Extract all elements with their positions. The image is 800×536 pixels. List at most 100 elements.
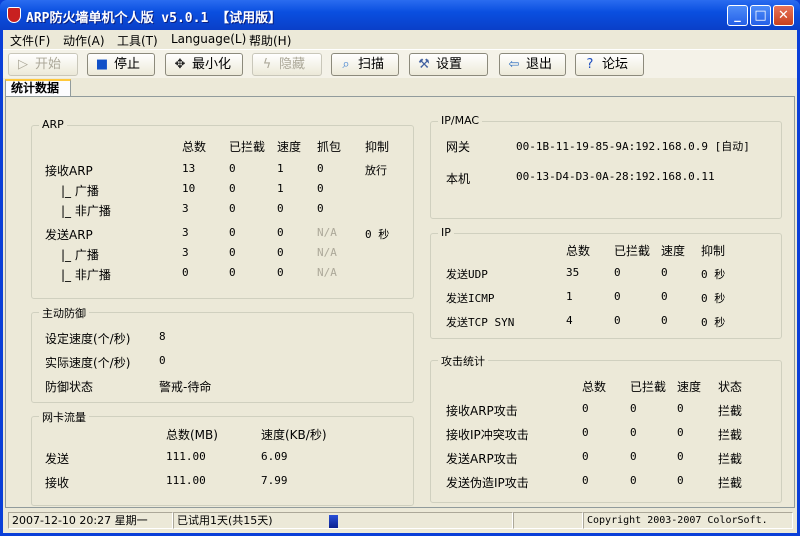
status-trial: 已试用1天(共15天)	[173, 512, 513, 529]
arp-group-title: ARP	[39, 118, 67, 131]
arp-cell: 0	[317, 202, 324, 215]
ip-cell: 0	[661, 266, 668, 279]
close-button[interactable]: ✕	[773, 5, 794, 26]
status-copyright: Copyright 2003-2007 ColorSoft.	[583, 512, 793, 529]
ip-cell: 0	[614, 314, 621, 327]
defense-label: 实际速度(个/秒)	[45, 356, 131, 370]
menu-action[interactable]: 动作(A)	[63, 32, 105, 49]
arp-cell: N/A	[317, 226, 337, 239]
arp-cell: 13	[182, 162, 196, 175]
app-shield-icon	[7, 7, 21, 23]
menu-tools[interactable]: 工具(T)	[117, 32, 158, 49]
arp-cell: 0	[229, 246, 236, 259]
arp-cell: 1	[277, 162, 284, 175]
trial-progress-indicator	[329, 515, 338, 528]
attack-header: 已拦截	[630, 380, 667, 394]
ipmac-label: 本机	[446, 172, 471, 186]
arp-cell: 0	[317, 162, 324, 175]
attack-cell: 0	[582, 474, 589, 487]
stop-button[interactable]: ■ 停止	[87, 53, 155, 76]
attack-cell: 0	[630, 402, 637, 415]
square-icon: ■	[95, 57, 109, 72]
ip-cell: 1	[566, 290, 573, 303]
stop-label: 停止	[114, 57, 141, 72]
arp-cell: 0	[229, 266, 236, 279]
window-title: ARP防火墙单机个人版 v5.0.1 【试用版】	[26, 11, 282, 26]
ipmac-value: 00-13-D4-D3-0A-28:192.168.0.11	[516, 170, 715, 183]
lightning-icon: ϟ	[262, 57, 272, 72]
defense-label: 设定速度(个/秒)	[45, 332, 131, 346]
ip-header: 抑制	[701, 244, 726, 258]
arp-cell: N/A	[317, 246, 337, 259]
arp-header: 抑制	[365, 140, 390, 154]
ip-header: 速度	[661, 244, 686, 258]
status-empty	[513, 512, 583, 529]
nic-header: 总数(MB)	[166, 428, 218, 442]
ipmac-group-title: IP/MAC	[438, 114, 483, 127]
settings-button[interactable]: ⚒ 设置	[409, 53, 488, 76]
arp-cell: 3	[182, 246, 189, 259]
attack-cell: 0	[677, 426, 684, 439]
attack-header: 总数	[582, 380, 607, 394]
arp-row-label: |_ 广播	[61, 248, 99, 262]
arp-row-label: 接收ARP	[45, 164, 93, 178]
status-bar: 2007-12-10 20:27 星期一 已试用1天(共15天) Copyrig…	[3, 509, 797, 531]
status-datetime: 2007-12-10 20:27 星期一	[8, 512, 173, 529]
arp-header: 抓包	[317, 140, 342, 154]
attack-group-title: 攻击统计	[438, 353, 488, 369]
start-label: 开始	[35, 57, 62, 72]
ip-cell: 0 秒	[701, 316, 726, 329]
arp-cell: 0	[229, 226, 236, 239]
hide-button[interactable]: ϟ 隐藏	[252, 53, 322, 76]
arp-cell: 0	[229, 182, 236, 195]
arp-cell: 放行	[365, 164, 387, 177]
attack-cell: 拦截	[718, 404, 743, 418]
tab-statistics[interactable]: 统计数据	[5, 79, 71, 97]
arp-cell: 10	[182, 182, 196, 195]
ip-row-label: 发送UDP	[446, 268, 488, 281]
attack-row-label: 接收ARP攻击	[446, 404, 518, 418]
menu-help[interactable]: 帮助(H)	[249, 32, 291, 49]
arp-cell: 0	[277, 226, 284, 239]
ip-cell: 0	[661, 290, 668, 303]
exit-button[interactable]: ⇦ 退出	[499, 53, 566, 76]
forum-button[interactable]: ? 论坛	[575, 53, 644, 76]
scan-button[interactable]: ⌕ 扫描	[331, 53, 399, 76]
menu-language[interactable]: Language(L)	[171, 32, 246, 46]
toolbar: ▷ 开始 ■ 停止 ✥ 最小化 ϟ 隐藏 ⌕ 扫描 ⚒ 设置 ⇦ 退出 ? 论坛	[3, 49, 797, 78]
menu-file[interactable]: 文件(F)	[10, 32, 50, 49]
defense-label: 防御状态	[45, 380, 94, 394]
maximize-button[interactable]: □	[750, 5, 771, 26]
arp-cell: 0	[229, 202, 236, 215]
attack-cell: 拦截	[718, 452, 743, 466]
arp-cell: 0	[277, 246, 284, 259]
nic-group-title: 网卡流量	[39, 409, 89, 425]
defense-value: 8	[159, 330, 166, 343]
arp-row-label: |_ 广播	[61, 184, 99, 198]
minimize-button[interactable]: _	[727, 5, 748, 26]
arp-cell: 0 秒	[365, 228, 390, 241]
nic-cell: 6.09	[261, 450, 288, 463]
ip-cell: 35	[566, 266, 580, 279]
ip-cell: 0 秒	[701, 292, 726, 305]
ipmac-label: 网关	[446, 140, 471, 154]
attack-cell: 0	[677, 474, 684, 487]
scan-label: 扫描	[358, 57, 385, 72]
minimize-button[interactable]: ✥ 最小化	[165, 53, 243, 76]
arp-header: 速度	[277, 140, 302, 154]
move-icon: ✥	[174, 57, 186, 72]
attack-row-label: 发送ARP攻击	[446, 452, 518, 466]
start-button[interactable]: ▷ 开始	[8, 53, 78, 76]
attack-cell: 拦截	[718, 428, 743, 442]
title-bar[interactable]: ARP防火墙单机个人版 v5.0.1 【试用版】 _ □ ✕	[0, 0, 800, 30]
ip-header: 总数	[566, 244, 591, 258]
help-icon: ?	[586, 57, 594, 72]
defense-value: 警戒-待命	[159, 380, 212, 394]
attack-cell: 0	[677, 450, 684, 463]
attack-cell: 0	[582, 426, 589, 439]
arp-cell: 0	[182, 266, 189, 279]
hide-label: 隐藏	[279, 57, 306, 72]
ip-cell: 0	[614, 290, 621, 303]
ip-row-label: 发送TCP SYN	[446, 316, 515, 329]
nic-header: 速度(KB/秒)	[261, 428, 327, 442]
